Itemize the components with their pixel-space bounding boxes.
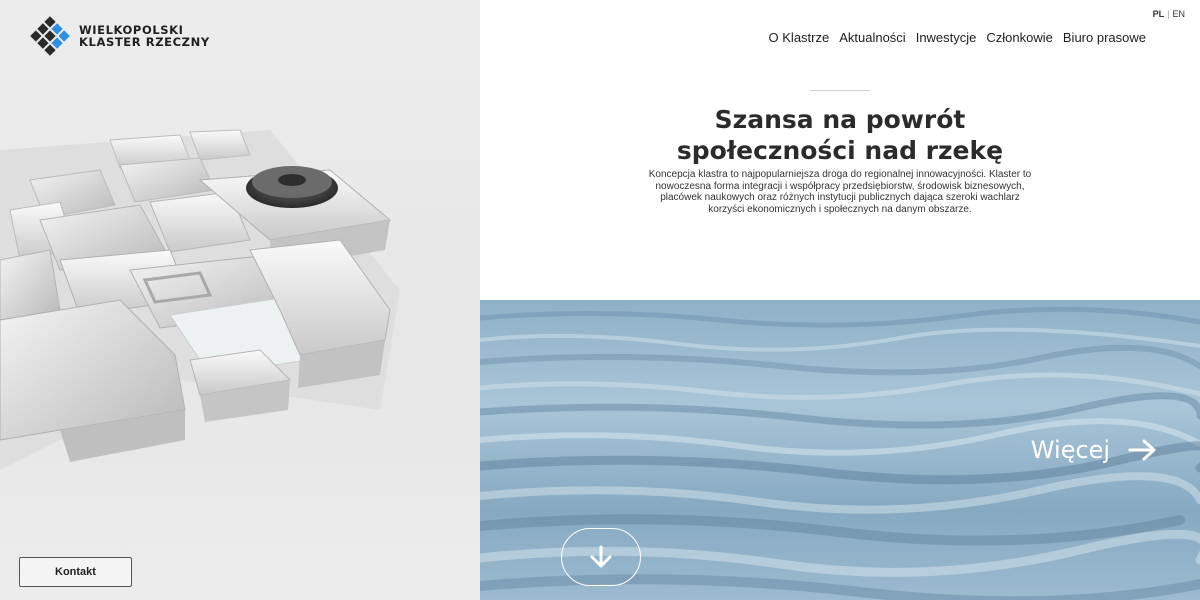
more-label: Więcej — [1030, 436, 1110, 464]
logo[interactable]: WIELKOPOLSKI KLASTER RZECZNY — [27, 12, 210, 60]
nav-item-inwestycje[interactable]: Inwestycje — [916, 30, 977, 45]
nav-item-o-klastrze[interactable]: O Klastrze — [769, 30, 830, 45]
arrow-down-icon — [590, 545, 612, 568]
contact-button[interactable]: Kontakt — [19, 557, 132, 587]
lang-option-en[interactable]: EN — [1172, 9, 1185, 19]
hero-title-line-1: Szansa na powrót — [714, 105, 966, 134]
nav-item-biuro-prasowe[interactable]: Biuro prasowe — [1063, 30, 1146, 45]
main-nav: O Klastrze Aktualności Inwestycje Członk… — [769, 30, 1146, 45]
water-image: Więcej — [480, 300, 1200, 600]
logo-text: WIELKOPOLSKI KLASTER RZECZNY — [79, 24, 210, 48]
nav-item-aktualnosci[interactable]: Aktualności — [839, 30, 905, 45]
scroll-down-button[interactable] — [561, 528, 641, 586]
hero-description: Koncepcja klastra to najpopularniejsza d… — [648, 169, 1032, 215]
more-link[interactable]: Więcej — [1031, 436, 1158, 464]
lang-separator: | — [1167, 9, 1170, 19]
language-switcher: PL | EN — [1153, 9, 1185, 19]
hero-title-line-2: społeczności nad rzekę — [676, 136, 1004, 165]
right-panel: PL | EN O Klastrze Aktualności Inwestycj… — [480, 0, 1200, 600]
title-divider — [810, 90, 870, 91]
nav-item-czlonkowie[interactable]: Członkowie — [986, 30, 1052, 45]
brand-line-2: KLASTER RZECZNY — [79, 35, 210, 49]
left-panel: WIELKOPOLSKI KLASTER RZECZNY Kontakt — [0, 0, 480, 600]
arrow-right-icon — [1128, 439, 1156, 461]
lang-option-pl[interactable]: PL — [1153, 9, 1165, 19]
hero-title: Szansa na powrót społeczności nad rzekę — [630, 104, 1050, 166]
logo-mark-icon — [30, 16, 70, 56]
metal-blocks-illustration — [0, 129, 400, 470]
